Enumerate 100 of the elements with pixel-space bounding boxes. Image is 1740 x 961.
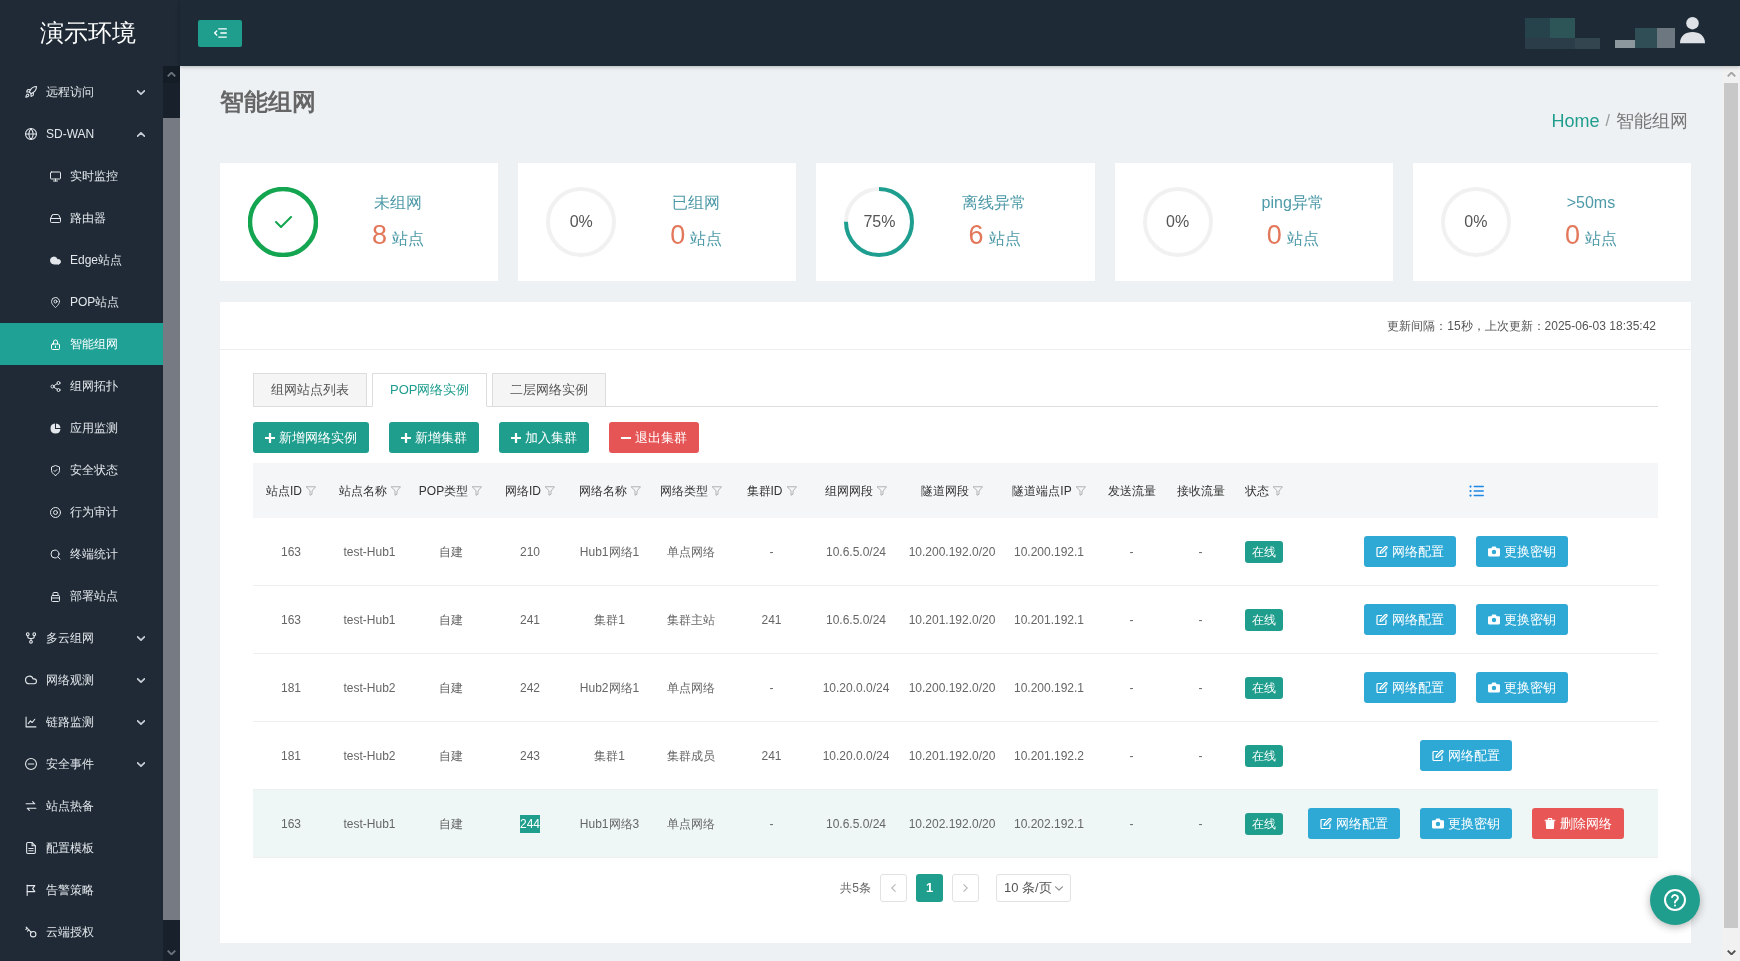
column-header: 集群ID [746, 482, 783, 500]
filter-icon[interactable] [973, 485, 983, 496]
filter-icon[interactable] [390, 485, 401, 496]
edit-icon [1375, 682, 1388, 693]
stat-count: 0 [1266, 221, 1282, 249]
table-cell-text: 163 [281, 611, 301, 629]
menu-item[interactable]: SD-WAN [0, 113, 163, 155]
status-badge: 在线 [1245, 540, 1283, 563]
tab[interactable]: 二层网络实例 [492, 373, 607, 407]
page-size-select[interactable]: 10 条/页 [996, 874, 1071, 902]
status-badge: 在线 [1245, 744, 1283, 767]
table-cell-text: test-Hub2 [343, 679, 396, 697]
table-cell-text: 181 [281, 747, 301, 765]
menu-item[interactable]: 多云组网 [0, 617, 163, 659]
table-cell-text: Hub1网络3 [579, 815, 640, 833]
filter-icon[interactable] [1075, 485, 1086, 496]
submenu-item[interactable]: 组网拓扑 [0, 365, 163, 407]
percent-text: 0% [1464, 212, 1488, 232]
table-cell-text: 10.200.192.0/20 [908, 679, 996, 697]
table-cell-text: - [1198, 611, 1203, 629]
menu-item[interactable]: 远程访问 [0, 71, 163, 113]
monitor-icon [50, 170, 61, 182]
page-scrollbar-thumb[interactable] [1724, 83, 1738, 928]
stat-label: 未组网 [374, 193, 423, 213]
filter-icon[interactable] [1273, 485, 1283, 496]
filter-icon[interactable] [630, 485, 641, 496]
prev-page-button[interactable] [880, 874, 907, 902]
submenu-item[interactable]: POP站点 [0, 281, 163, 323]
filter-icon[interactable] [545, 485, 555, 496]
table-cell-text: test-Hub1 [343, 815, 396, 833]
table-cell-text: 241 [761, 747, 782, 765]
table-cell-text: 163 [281, 543, 301, 561]
chevron-down-icon [137, 677, 145, 683]
menu-item[interactable]: 云端授权 [0, 911, 163, 953]
menu-item[interactable]: 安全事件 [0, 743, 163, 785]
menu-item[interactable]: 配置模板 [0, 827, 163, 869]
menu-item[interactable]: 网络观测 [0, 659, 163, 701]
table-cell-text: 10.20.0.0/24 [822, 679, 890, 697]
table-cell-text: 单点网络 [667, 543, 715, 561]
submenu-item[interactable]: Edge站点 [0, 239, 163, 281]
column-header: 隧道网段 [921, 482, 969, 500]
table-cell-text: Hub2网络1 [579, 679, 640, 697]
submenu-item[interactable]: 应用监测 [0, 407, 163, 449]
cloud-icon [25, 674, 37, 686]
menu-item[interactable]: 链路监测 [0, 701, 163, 743]
help-icon[interactable] [1664, 889, 1686, 911]
progress-ring [248, 187, 318, 257]
chevron-down-icon [137, 89, 145, 95]
submenu-item[interactable]: 终端统计 [0, 533, 163, 575]
column-header: 发送流量 [1107, 482, 1156, 500]
edit-icon [1431, 750, 1444, 761]
filter-icon[interactable] [472, 485, 483, 496]
delete-network-button[interactable]: 删除网络 [1531, 808, 1624, 839]
stat-label: ping异常 [1261, 193, 1324, 213]
tab[interactable]: 组网站点列表 [253, 373, 367, 407]
camera-icon [1487, 614, 1500, 625]
submenu-item[interactable]: 路由器 [0, 197, 163, 239]
table-cell-text: test-Hub1 [343, 611, 396, 629]
plus-icon [265, 432, 275, 443]
filter-icon[interactable] [877, 485, 887, 496]
chevron-left-icon [891, 884, 896, 892]
table-cell-text: - [1129, 747, 1134, 765]
stat-label: >50ms [1566, 193, 1616, 213]
cloud-icon [50, 254, 61, 266]
submenu-item[interactable]: 行为审计 [0, 491, 163, 533]
table-cell-text: 单点网络 [667, 679, 715, 697]
document-icon [25, 842, 37, 854]
filter-icon[interactable] [306, 485, 316, 496]
table-cell-text: - [769, 543, 774, 561]
table-cell-text: 10.200.192.1 [1013, 679, 1085, 697]
list-icon[interactable] [1469, 484, 1484, 497]
remove-button[interactable]: 退出集群 [609, 422, 699, 453]
table-cell-text: 10.200.192.0/20 [908, 543, 996, 561]
filter-icon[interactable] [786, 485, 797, 496]
column-header: 状态 [1245, 482, 1269, 500]
column-header: 网络类型 [660, 482, 708, 500]
table-cell-text: test-Hub1 [343, 543, 396, 561]
menu-item[interactable]: 告警策略 [0, 869, 163, 911]
status-badge: 在线 [1245, 608, 1283, 631]
status-badge: 在线 [1245, 812, 1283, 835]
menu-item[interactable]: 站点热备 [0, 785, 163, 827]
submenu-item[interactable]: 实时监控 [0, 155, 163, 197]
next-page-button[interactable] [952, 874, 979, 902]
filter-icon[interactable] [712, 485, 722, 496]
table-cell-text: 10.6.5.0/24 [825, 815, 887, 833]
table-cell-text: 10.201.192.0/20 [908, 747, 996, 765]
camera-icon [1487, 682, 1500, 693]
chevron-up-icon [137, 131, 145, 137]
user-avatar-icon[interactable] [1680, 15, 1705, 45]
table-cell-text: 210 [520, 543, 540, 561]
submenu-item[interactable]: 部署站点 [0, 575, 163, 617]
submenu-item[interactable]: 安全状态 [0, 449, 163, 491]
sidebar-toggle-button[interactable] [198, 19, 242, 47]
chevron-right-icon [963, 884, 968, 892]
lock-icon [50, 338, 61, 350]
trash-icon [1543, 818, 1556, 829]
plus-icon [401, 432, 411, 443]
table-cell-text: - [769, 679, 774, 697]
column-header: 网络ID [505, 482, 541, 500]
table-cell-text: 10.20.0.0/24 [822, 747, 890, 765]
